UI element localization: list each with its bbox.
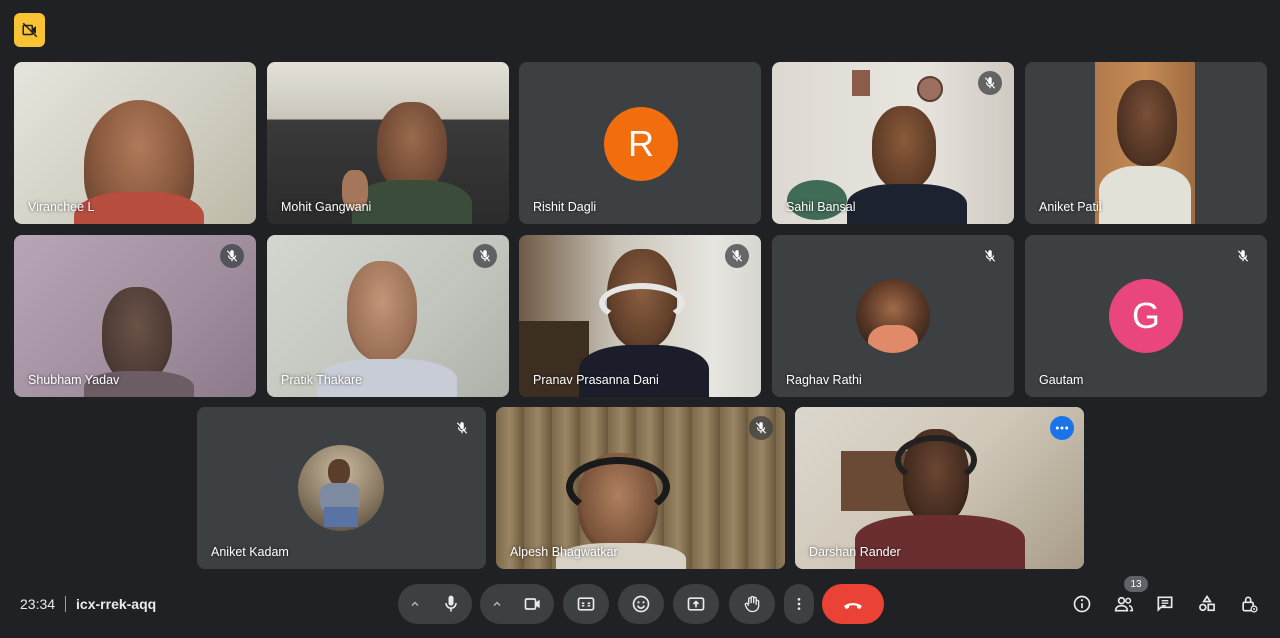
avatar xyxy=(856,279,930,353)
camera-button[interactable] xyxy=(513,584,553,624)
meeting-code: icx-rrek-aqq xyxy=(76,596,157,612)
avatar xyxy=(298,445,384,531)
meeting-details-button[interactable] xyxy=(1068,590,1096,618)
participant-name: Mohit Gangwani xyxy=(281,200,372,214)
camera-off-icon xyxy=(22,22,37,38)
info-icon xyxy=(1073,595,1091,613)
emoji-icon xyxy=(632,595,650,613)
participant-tile-pranav[interactable]: Pranav Prasanna Dani xyxy=(519,235,761,397)
participant-tile-darshan[interactable]: Darshan Rander xyxy=(795,407,1084,569)
mic-off-icon xyxy=(226,250,238,262)
camera-control-group xyxy=(480,584,554,624)
audio-options-button[interactable] xyxy=(399,584,431,624)
participant-name: Shubham Yadav xyxy=(28,373,120,387)
end-call-button[interactable] xyxy=(822,584,884,624)
participant-tile-aniket-patil[interactable]: Aniket Patil xyxy=(1025,62,1267,224)
participant-tile-mohit[interactable]: Mohit Gangwani xyxy=(267,62,509,224)
mic-off-indicator xyxy=(1231,244,1255,268)
participant-name: Pranav Prasanna Dani xyxy=(533,373,659,387)
mic-off-indicator xyxy=(749,416,773,440)
mic-off-icon xyxy=(984,77,996,89)
mic-off-icon xyxy=(731,250,743,262)
video-options-button[interactable] xyxy=(481,584,513,624)
participant-tile-raghav[interactable]: Raghav Rathi xyxy=(772,235,1014,397)
captions-icon xyxy=(577,597,595,611)
camera-off-badge xyxy=(14,13,45,47)
participant-name: Rishit Dagli xyxy=(533,200,597,214)
meeting-time: 23:34 xyxy=(20,596,56,612)
mic-off-indicator xyxy=(473,244,497,268)
avatar: G xyxy=(1109,279,1183,353)
participant-name: Gautam xyxy=(1039,373,1084,387)
mic-off-icon xyxy=(1237,250,1249,262)
avatar: R xyxy=(604,107,678,181)
raise-hand-button[interactable] xyxy=(729,584,775,624)
raise-hand-icon xyxy=(744,595,760,613)
participant-name: Viranchee L xyxy=(28,200,95,214)
participant-name: Aniket Kadam xyxy=(211,545,289,559)
more-horiz-icon xyxy=(1055,426,1069,430)
participant-name: Darshan Rander xyxy=(809,545,901,559)
activities-icon xyxy=(1199,594,1215,612)
participant-name: Pratik Thakare xyxy=(281,373,363,387)
present-button[interactable] xyxy=(673,584,719,624)
chevron-up-icon xyxy=(493,601,501,606)
captions-button[interactable] xyxy=(563,584,609,624)
mic-off-icon xyxy=(755,422,767,434)
video-feed xyxy=(1095,62,1195,224)
mic-off-icon xyxy=(984,250,996,262)
present-icon xyxy=(687,597,705,611)
activities-button[interactable] xyxy=(1193,590,1221,618)
mic-icon xyxy=(445,595,457,612)
camera-icon xyxy=(524,598,540,610)
participant-name: Alpesh Bhagwatkar xyxy=(510,545,618,559)
meeting-info: 23:34 icx-rrek-aqq xyxy=(20,596,156,612)
mic-off-icon xyxy=(479,250,491,262)
mic-control-group xyxy=(398,584,472,624)
mic-off-indicator xyxy=(978,71,1002,95)
host-controls-button[interactable] xyxy=(1235,590,1263,618)
participant-tile-pratik[interactable]: Pratik Thakare xyxy=(267,235,509,397)
chat-button[interactable] xyxy=(1151,590,1179,618)
mic-off-indicator xyxy=(220,244,244,268)
participant-tile-rishit[interactable]: R Rishit Dagli xyxy=(519,62,761,224)
participant-tile-shubham[interactable]: Shubham Yadav xyxy=(14,235,256,397)
participant-tile-sahil[interactable]: Sahil Bansal xyxy=(772,62,1014,224)
more-options-button[interactable] xyxy=(784,584,814,624)
end-call-icon xyxy=(844,603,862,609)
participant-name: Aniket Patil xyxy=(1039,200,1102,214)
mic-button[interactable] xyxy=(431,584,471,624)
chat-icon xyxy=(1157,596,1173,612)
participant-tile-aniket-kadam[interactable]: Aniket Kadam xyxy=(197,407,486,569)
tile-more-options-button[interactable] xyxy=(1050,416,1074,440)
participant-name: Raghav Rathi xyxy=(786,373,862,387)
host-controls-icon xyxy=(1242,596,1258,613)
people-icon xyxy=(1114,596,1134,612)
mic-off-indicator xyxy=(978,244,1002,268)
reactions-button[interactable] xyxy=(618,584,664,624)
mic-off-indicator xyxy=(450,416,474,440)
mic-off-indicator xyxy=(725,244,749,268)
participant-tile-alpesh[interactable]: Alpesh Bhagwatkar xyxy=(496,407,785,569)
participant-tile-gautam[interactable]: G Gautam xyxy=(1025,235,1267,397)
participant-name: Sahil Bansal xyxy=(786,200,856,214)
divider xyxy=(65,596,67,612)
chevron-up-icon xyxy=(411,601,419,606)
mic-off-icon xyxy=(456,422,468,434)
more-vert-icon xyxy=(797,598,801,610)
people-button[interactable] xyxy=(1110,590,1138,618)
participant-tile-viranchee[interactable]: Viranchee L xyxy=(14,62,256,224)
